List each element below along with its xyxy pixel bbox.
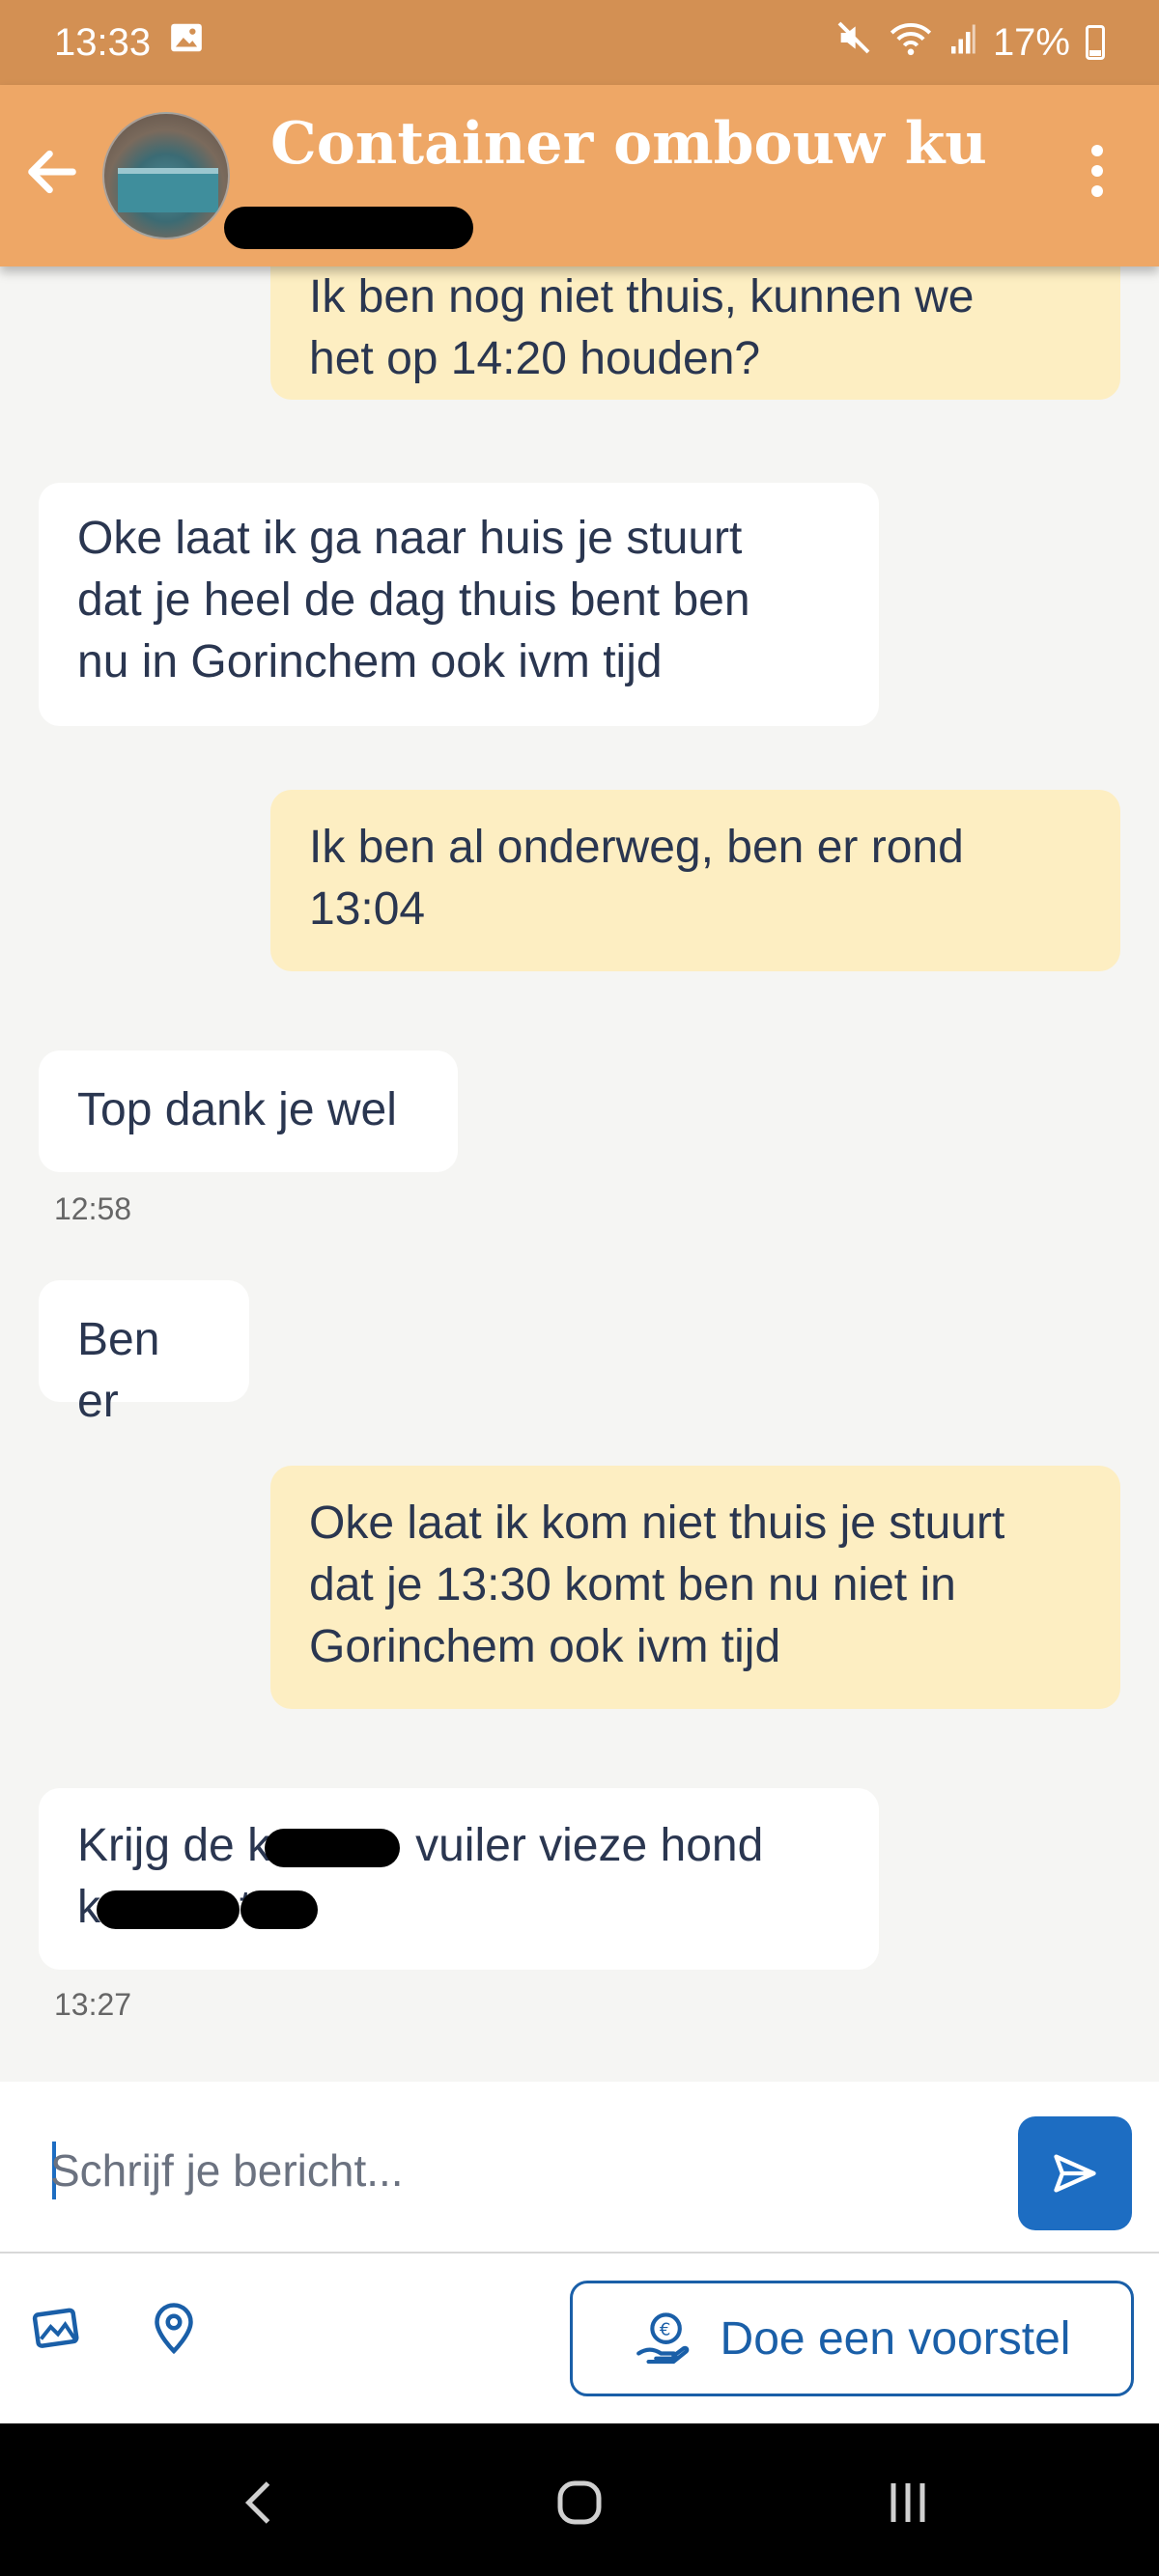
back-nav-icon [244, 2481, 270, 2524]
message-line: 13:04 [309, 883, 426, 935]
message-line: nu in Gorinchem ook ivm tijd [77, 636, 663, 687]
location-pin-icon [155, 2303, 193, 2355]
conversation-title[interactable]: Container ombouw ku... [270, 110, 985, 178]
message-incoming: Oke laat ik ga naar huis je stuurt dat j… [39, 483, 879, 726]
arrow-left-icon [28, 150, 76, 194]
app-root: 13:33 17% Container ombouw ku... Ik ben … [0, 0, 1159, 2576]
euro-hand-icon: € [636, 2312, 689, 2365]
message-line: Top dank je wel [77, 1084, 397, 1135]
wifi-icon [889, 18, 933, 67]
message-outgoing: Oke laat ik kom niet thuis je stuurt dat… [270, 1466, 1120, 1709]
redacted-username [224, 207, 473, 249]
image-gallery-icon [32, 2308, 79, 2348]
message-list[interactable]: Ik ben nog niet thuis, kunnen we het op … [0, 266, 1159, 2082]
message-line: dat je heel de dag thuis bent ben [77, 574, 750, 626]
message-incoming: Top dank je wel [39, 1050, 458, 1172]
recents-nav-icon [890, 2483, 925, 2522]
message-timestamp: 12:58 [54, 1191, 132, 1226]
message-line: Krijg de k vuiler vieze hond [77, 1815, 840, 1877]
status-right-group: 17% [834, 18, 1105, 67]
message-line: Oke laat ik ga naar huis je stuurt [77, 513, 743, 564]
listing-avatar[interactable] [102, 112, 230, 239]
status-time: 13:33 [54, 20, 152, 64]
message-line: Ik ben nog niet thuis, kunnen we [309, 271, 975, 322]
message-outgoing: Ik ben nog niet thuis, kunnen we het op … [270, 266, 1120, 400]
message-incoming: Ben er [39, 1280, 249, 1427]
redacted-word [97, 1890, 240, 1930]
system-navigation-bar [0, 2423, 1159, 2576]
message-line: Gorinchem ook ivm tijd [309, 1621, 781, 1672]
mute-icon [834, 18, 873, 67]
message-fragment: vuiler vieze hond [415, 1820, 764, 1871]
more-vertical-dot [1091, 165, 1103, 177]
back-nav-button[interactable] [232, 2474, 290, 2532]
message-line: kt [77, 1877, 840, 1939]
home-nav-icon [557, 2480, 602, 2525]
redacted-word [240, 1890, 319, 1930]
message-outgoing: Ik ben al onderweg, ben er rond 13:04 [270, 790, 1120, 971]
back-button[interactable] [21, 141, 83, 203]
make-offer-button[interactable]: € Doe een voorstel [570, 2281, 1134, 2396]
message-fragment: Krijg de k [77, 1820, 271, 1871]
gallery-icon [168, 19, 205, 66]
message-timestamp: 13:27 [54, 1987, 132, 2022]
message-line: Ben er [77, 1314, 160, 1427]
chat-header: Container ombouw ku... [0, 85, 1159, 266]
signal-icon [948, 20, 977, 65]
send-icon [1054, 2154, 1096, 2193]
more-options-button[interactable] [1074, 145, 1120, 207]
status-bar: 13:33 17% [0, 0, 1159, 85]
send-button[interactable] [1018, 2116, 1132, 2230]
message-incoming: Krijg de k vuiler vieze hond kt [39, 1788, 879, 1970]
message-line: het op 14:20 houden? [309, 333, 761, 384]
recents-nav-button[interactable] [879, 2474, 937, 2532]
message-line: Oke laat ik kom niet thuis je stuurt [309, 1498, 1005, 1549]
attachment-toolbar: € Doe een voorstel [0, 2254, 1159, 2423]
compose-bar [0, 2082, 1159, 2254]
make-offer-label: Doe een voorstel [720, 2312, 1071, 2365]
battery-percentage: 17% [992, 20, 1070, 64]
more-vertical-dot [1091, 185, 1103, 197]
svg-text:€: € [659, 2319, 670, 2339]
home-nav-button[interactable] [551, 2474, 608, 2532]
redacted-word [265, 1829, 401, 1868]
location-button[interactable] [145, 2298, 203, 2356]
battery-icon [1086, 25, 1105, 60]
message-input[interactable] [50, 2132, 977, 2209]
image-gallery-button[interactable] [29, 2298, 87, 2356]
more-vertical-icon [1091, 145, 1103, 156]
message-line: Ik ben al onderweg, ben er rond [309, 822, 964, 873]
message-line: dat je 13:30 komt ben nu niet in [309, 1559, 956, 1610]
